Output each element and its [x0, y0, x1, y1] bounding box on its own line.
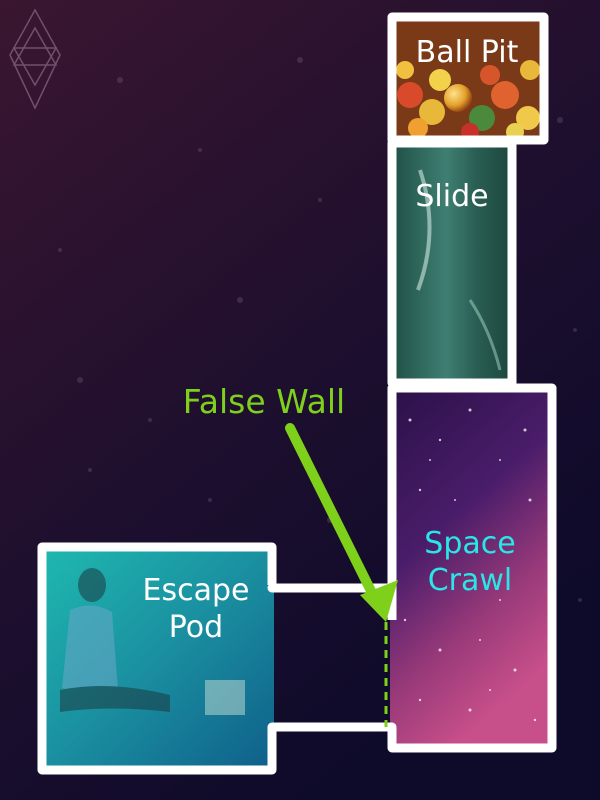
space-crawl-label-line2: Crawl	[428, 563, 513, 598]
floor-plan-diagram: Ball Pit Slide Space Crawl Escape Pod Fa…	[0, 0, 600, 800]
escape-pod-label-line1: Escape	[143, 573, 250, 608]
floor-plan-svg: Ball Pit Slide Space Crawl Escape Pod Fa…	[0, 0, 600, 800]
ball-pit-label: Ball Pit	[416, 35, 519, 70]
escape-pod-label-line2: Pod	[169, 610, 223, 645]
false-wall-label: False Wall	[183, 382, 345, 421]
slide-label: Slide	[415, 179, 488, 214]
space-crawl-label-line1: Space	[424, 526, 515, 561]
